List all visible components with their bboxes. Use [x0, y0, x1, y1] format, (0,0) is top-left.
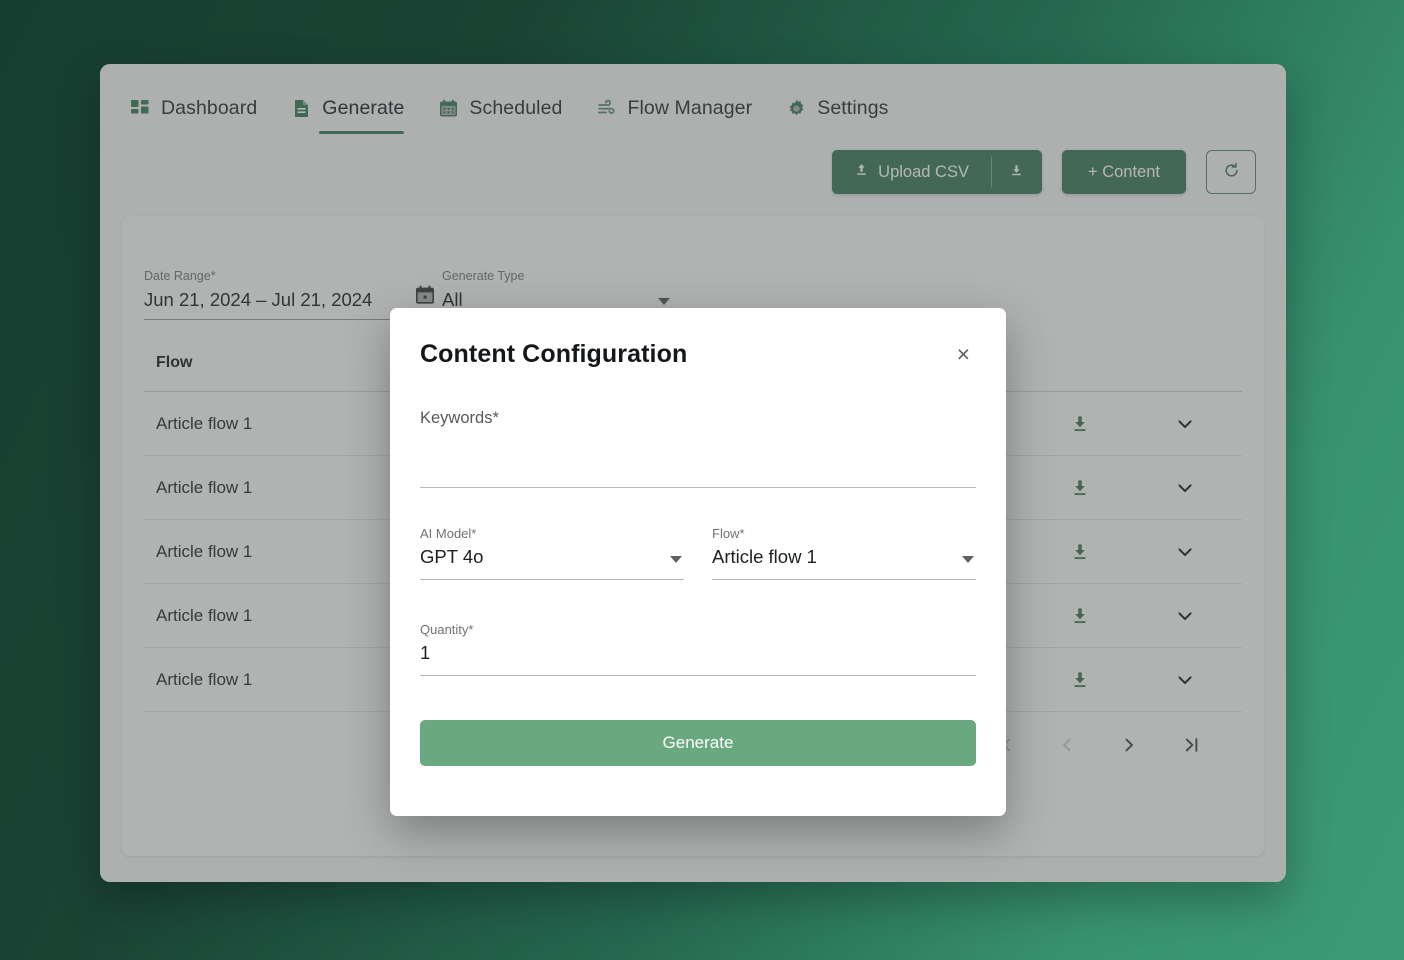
upload-icon: [854, 162, 869, 182]
filter-row: Date Range* Jun 21, 2024 – Jul 21, 2024 …: [144, 216, 1242, 320]
chevron-down-icon[interactable]: [1174, 605, 1196, 627]
nav-label: Scheduled: [469, 96, 563, 119]
nav-item-settings[interactable]: Settings: [786, 97, 888, 134]
date-range-label: Date Range*: [144, 269, 216, 283]
keywords-label: Keywords*: [420, 409, 499, 427]
chevron-down-icon[interactable]: [1174, 413, 1196, 435]
chevron-down-icon: [962, 556, 974, 563]
model-flow-row: AI Model* GPT 4o Flow* Article flow 1: [420, 526, 976, 580]
generate-button[interactable]: Generate: [420, 720, 976, 766]
flow-select[interactable]: Flow* Article flow 1: [712, 526, 976, 580]
chevron-down-icon: [658, 298, 670, 305]
close-icon[interactable]: ×: [951, 341, 976, 368]
quantity-value: 1: [420, 642, 431, 663]
chevron-down-icon[interactable]: [1174, 541, 1196, 563]
quantity-label: Quantity*: [420, 622, 474, 637]
ai-model-label: AI Model*: [420, 526, 477, 541]
nav-item-scheduled[interactable]: Scheduled: [438, 97, 562, 134]
upload-csv-button[interactable]: Upload CSV: [832, 150, 991, 194]
next-page-button[interactable]: [1116, 732, 1142, 758]
date-range-value: Jun 21, 2024 – Jul 21, 2024: [144, 289, 373, 310]
main-navigation: Dashboard Generate Scheduled Flow Manage…: [100, 64, 1286, 140]
calendar-icon: [438, 98, 459, 119]
download-icon[interactable]: [1069, 669, 1091, 691]
add-content-button[interactable]: + Content: [1061, 150, 1186, 194]
nav-item-flow-manager[interactable]: Flow Manager: [596, 97, 752, 134]
download-icon[interactable]: [1069, 541, 1091, 563]
calendar-icon[interactable]: [414, 284, 436, 311]
toolbar: Upload CSV + Content: [100, 140, 1286, 194]
download-icon[interactable]: [1069, 477, 1091, 499]
content-configuration-dialog: Content Configuration × Keywords* AI Mod…: [390, 308, 1006, 816]
generate-type-label: Generate Type: [442, 269, 525, 283]
nav-label: Generate: [322, 96, 405, 119]
dialog-title: Content Configuration: [420, 340, 688, 368]
keywords-field[interactable]: Keywords*: [420, 409, 976, 488]
quantity-field[interactable]: Quantity* 1: [420, 622, 976, 676]
dialog-header: Content Configuration ×: [420, 308, 976, 369]
date-range-field[interactable]: Date Range* Jun 21, 2024 – Jul 21, 2024: [144, 269, 434, 320]
nav-item-dashboard[interactable]: Dashboard: [130, 97, 257, 134]
download-icon[interactable]: [1069, 413, 1091, 435]
chevron-down-icon: [670, 556, 682, 563]
previous-page-button[interactable]: [1054, 732, 1080, 758]
gear-icon: [786, 98, 807, 119]
chevron-down-icon[interactable]: [1174, 477, 1196, 499]
nav-item-generate[interactable]: Generate: [291, 96, 405, 134]
upload-csv-split-button[interactable]: Upload CSV: [832, 150, 1042, 194]
download-icon: [1009, 162, 1024, 182]
download-icon[interactable]: [1069, 605, 1091, 627]
flow-label: Flow*: [712, 526, 745, 541]
nav-label: Dashboard: [161, 96, 258, 119]
last-page-button[interactable]: [1178, 732, 1204, 758]
download-template-button[interactable]: [992, 150, 1042, 194]
nav-label: Settings: [817, 96, 889, 119]
chevron-down-icon[interactable]: [1174, 669, 1196, 691]
nav-label: Flow Manager: [627, 96, 753, 119]
ai-model-value: GPT 4o: [420, 546, 484, 567]
upload-csv-label: Upload CSV: [878, 162, 969, 181]
refresh-button[interactable]: [1206, 150, 1256, 194]
document-icon: [291, 98, 312, 119]
refresh-icon: [1222, 161, 1241, 183]
grid-icon: [130, 98, 151, 119]
flow-value: Article flow 1: [712, 546, 817, 567]
flow-icon: [596, 98, 617, 119]
keywords-value: [420, 454, 976, 478]
ai-model-select[interactable]: AI Model* GPT 4o: [420, 526, 684, 580]
